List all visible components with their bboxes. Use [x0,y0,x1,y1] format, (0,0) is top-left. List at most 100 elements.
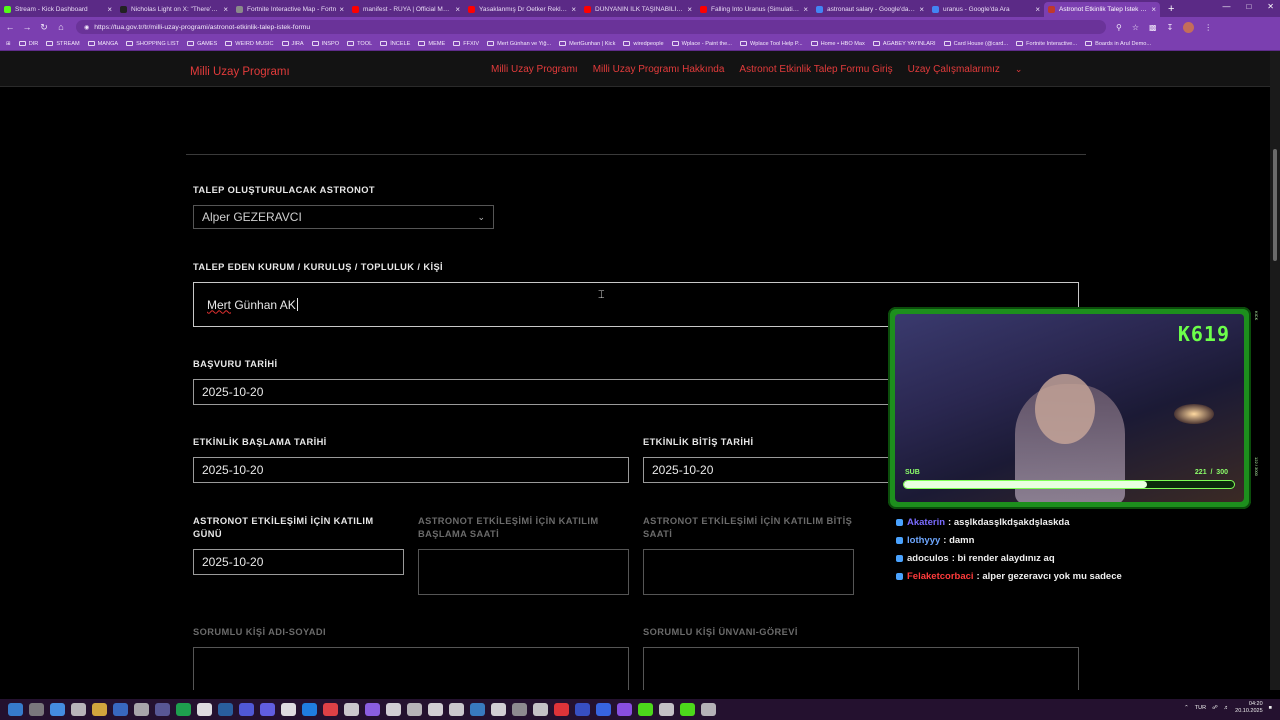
bookmark-item[interactable]: wiredpeople [623,41,664,47]
astronaut-select[interactable]: Alper GEZERAVCI ⌄ [193,205,494,229]
back-icon[interactable]: ← [3,22,17,32]
browser-tab[interactable]: astronaut salary - Google'da Ara × [812,2,928,17]
tab-close-icon[interactable]: × [571,5,576,14]
bookmark-item[interactable]: JIRA [281,41,304,47]
extensions-icon[interactable]: ▩ [1149,23,1157,32]
url-field[interactable]: ◉ https://tua.gov.tr/tr/milli-uzay-progr… [76,20,1106,34]
participation-start-input[interactable] [418,549,629,595]
browser-tab[interactable]: Falling Into Uranus (Simulation) × [696,2,812,17]
browser-tab[interactable]: DÜNYANIN İLK TAŞINABİLİR XE × [580,2,696,17]
taskbar-app-icon[interactable] [260,703,275,716]
close-window-icon[interactable]: ✕ [1267,2,1274,11]
bookmark-item[interactable]: MertGunhan | Kick [559,41,615,47]
taskbar-app-icon[interactable] [344,703,359,716]
taskbar-app-icon[interactable] [71,703,86,716]
nav-talep-formu-giris[interactable]: Astronot Etkinlik Talep Formu Giriş [739,64,892,75]
chat-username[interactable]: lothyyy [907,535,940,546]
reload-icon[interactable]: ↻ [37,22,51,33]
notifications-icon[interactable]: ■ [1269,705,1272,711]
taskbar-app-icon[interactable] [680,703,695,716]
nav-uzay-calismalarimiz[interactable]: Uzay Çalışmalarımız [908,64,1000,75]
maximize-icon[interactable]: □ [1246,2,1251,11]
responsible-name-input[interactable] [193,647,629,690]
nav-hakkinda[interactable]: Milli Uzay Programı Hakkında [593,64,725,75]
taskbar-app-icon[interactable] [428,703,443,716]
nav-milli-uzay-programi[interactable]: Milli Uzay Programı [491,64,578,75]
taskbar-app-icon[interactable] [29,703,44,716]
browser-tab[interactable]: Stream - Kick Dashboard × [0,2,116,17]
browser-tab[interactable]: uranus - Google'da Ara × [928,2,1044,17]
site-brand[interactable]: Milli Uzay Programı [190,66,290,78]
menu-icon[interactable]: ⋮ [1204,23,1212,32]
chat-username[interactable]: Felaketcorbaci [907,571,974,582]
taskbar-app-icon[interactable] [113,703,128,716]
volume-icon[interactable]: ♬ [1224,705,1230,711]
browser-tab[interactable]: manifest - RÜYA | Official Music × [348,2,464,17]
bookmark-item[interactable]: Home • HBO Max [810,41,865,47]
bookmark-item[interactable]: Wplace - Paint the... [671,41,732,47]
bookmark-item[interactable]: STREAM [46,41,80,47]
input-language[interactable]: TUR [1195,705,1206,711]
taskbar-app-icon[interactable] [155,703,170,716]
bookmark-item[interactable]: DIR [18,41,38,47]
bookmark-item[interactable]: Mert Günhan ve Yiğ... [487,41,551,47]
taskbar-app-icon[interactable] [470,703,485,716]
event-start-input[interactable]: 2025-10-20 [193,457,629,483]
taskbar-app-icon[interactable] [239,703,254,716]
tab-close-icon[interactable]: × [223,5,228,14]
tab-close-icon[interactable]: × [107,5,112,14]
network-icon[interactable]: ☍ [1212,705,1218,711]
taskbar-app-icon[interactable] [407,703,422,716]
taskbar-app-icon[interactable] [197,703,212,716]
chevron-down-icon[interactable]: ⌄ [1015,64,1023,75]
bookmark-item[interactable]: GAMES [187,41,217,47]
chat-username[interactable]: adoculos [907,553,949,564]
download-icon[interactable]: ↧ [1167,23,1174,32]
taskbar-app-icon[interactable] [218,703,233,716]
taskbar-app-icon[interactable] [617,703,632,716]
browser-tab[interactable]: Nicholas Light on X: "There's no × [116,2,232,17]
page-scrollbar[interactable] [1270,51,1280,690]
profile-avatar[interactable] [1183,21,1195,33]
bookmark-item[interactable]: Fortnite Interactive... [1016,41,1077,47]
taskbar-app-icon[interactable] [449,703,464,716]
bookmark-star-icon[interactable]: ☆ [1132,23,1139,32]
taskbar-app-icon[interactable] [512,703,527,716]
taskbar-app-icon[interactable] [365,703,380,716]
new-tab-button[interactable]: + [1168,3,1174,15]
bookmark-item[interactable]: TOOL [347,41,372,47]
bookmark-item[interactable]: FFXIV [453,41,479,47]
browser-tab[interactable]: Astronot Etkinlik Talep İstek Forr × [1044,1,1160,17]
taskbar-app-icon[interactable] [281,703,296,716]
taskbar-app-icon[interactable] [8,703,23,716]
tab-close-icon[interactable]: × [1035,5,1040,14]
participation-end-input[interactable] [643,549,854,595]
minimize-icon[interactable]: — [1222,2,1230,11]
taskbar-app-icon[interactable] [701,703,716,716]
browser-tab[interactable]: Fortnite Interactive Map - Fortn × [232,2,348,17]
bookmark-item[interactable]: SHOPPING LIST [126,41,179,47]
participation-day-input[interactable]: 2025-10-20 [193,549,404,575]
site-info-icon[interactable]: ◉ [84,24,89,31]
apps-icon[interactable]: ⊞ [6,41,11,47]
taskbar-app-icon[interactable] [533,703,548,716]
tab-close-icon[interactable]: × [455,5,460,14]
home-icon[interactable]: ⌂ [54,22,68,32]
bookmark-item[interactable]: Wplace Tool Help P... [739,41,803,47]
taskbar-app-icon[interactable] [50,703,65,716]
tab-close-icon[interactable]: × [919,5,924,14]
taskbar-app-icon[interactable] [176,703,191,716]
responsible-title-input[interactable] [643,647,1079,690]
bookmark-item[interactable]: INSPO [311,41,339,47]
bookmark-item[interactable]: AGABEY YAYINLARI [872,41,936,47]
taskbar-app-icon[interactable] [491,703,506,716]
tab-close-icon[interactable]: × [1151,5,1156,14]
clock[interactable]: 04:20 20.10.2025 [1235,701,1263,715]
forward-icon[interactable]: → [20,22,34,32]
scrollbar-thumb[interactable] [1273,149,1277,261]
taskbar-app-icon[interactable] [386,703,401,716]
taskbar-app-icon[interactable] [134,703,149,716]
bookmark-item[interactable]: Card House (@card... [943,41,1008,47]
bookmark-item[interactable]: Boards in Arul Demo... [1085,41,1151,47]
taskbar-app-icon[interactable] [638,703,653,716]
